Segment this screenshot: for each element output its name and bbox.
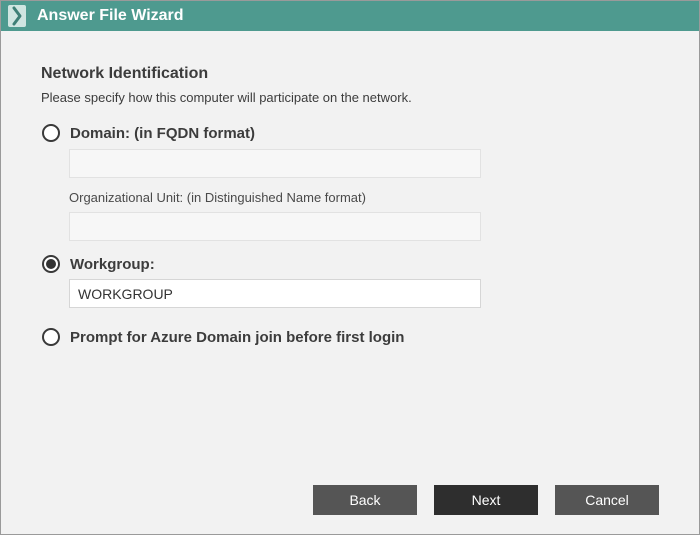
section-title: Network Identification: [41, 65, 209, 82]
radio-selected-dot: [46, 259, 56, 269]
workgroup-radio[interactable]: [42, 255, 60, 273]
next-button[interactable]: Next: [434, 485, 538, 515]
domain-radio[interactable]: [42, 124, 60, 142]
organizational-unit-field[interactable]: [69, 212, 481, 241]
organizational-unit-label: Organizational Unit: (in Distinguished N…: [69, 190, 366, 205]
azure-radio[interactable]: [42, 328, 60, 346]
azure-label: Prompt for Azure Domain join before firs…: [70, 328, 405, 346]
domain-label: Domain: (in FQDN format): [70, 124, 255, 142]
domain-radio-option[interactable]: Domain: (in FQDN format): [42, 124, 255, 142]
back-button[interactable]: Back: [313, 485, 417, 515]
workgroup-radio-option[interactable]: Workgroup:: [42, 255, 155, 273]
chevron-right-icon: [3, 1, 31, 31]
window-title: Answer File Wizard: [37, 7, 184, 24]
domain-field[interactable]: [69, 149, 481, 178]
workgroup-field[interactable]: [69, 279, 481, 308]
cancel-button[interactable]: Cancel: [555, 485, 659, 515]
workgroup-label: Workgroup:: [70, 255, 155, 273]
wizard-window: Answer File Wizard Network Identificatio…: [0, 0, 700, 535]
title-bar: Answer File Wizard: [1, 1, 699, 31]
section-description: Please specify how this computer will pa…: [41, 90, 412, 105]
azure-radio-option[interactable]: Prompt for Azure Domain join before firs…: [42, 328, 404, 346]
